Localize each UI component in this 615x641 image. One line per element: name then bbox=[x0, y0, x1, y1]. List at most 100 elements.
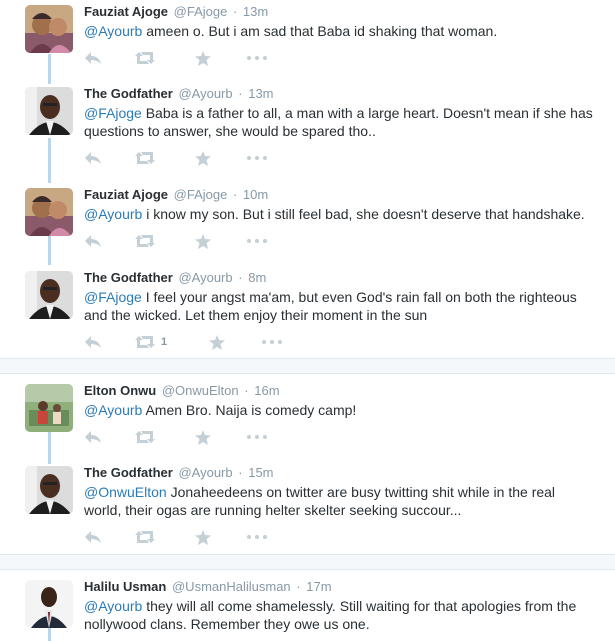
tweet[interactable]: The Godfather @Ayourb · 13m @FAjoge Baba… bbox=[0, 85, 615, 175]
retweet-button[interactable] bbox=[135, 232, 155, 250]
avatar[interactable] bbox=[25, 188, 73, 236]
display-name[interactable]: Halilu Usman bbox=[84, 579, 166, 594]
mention-link[interactable]: @Ayourb bbox=[84, 598, 142, 614]
star-icon bbox=[195, 233, 211, 249]
username[interactable]: @Ayourb bbox=[178, 86, 232, 101]
mention-link[interactable]: @FAjoge bbox=[84, 105, 142, 121]
reply-button[interactable] bbox=[84, 528, 102, 546]
reply-button[interactable] bbox=[84, 49, 102, 67]
timestamp[interactable]: 10m bbox=[243, 187, 268, 202]
tweet[interactable]: Fauziat Ajoge @FAjoge · 13m @Ayourb amee… bbox=[0, 3, 615, 75]
retweet-icon bbox=[135, 531, 155, 543]
more-button[interactable] bbox=[247, 49, 267, 67]
retweet-button[interactable] bbox=[135, 49, 155, 67]
reply-button[interactable] bbox=[84, 232, 102, 250]
mention-link[interactable]: @FAjoge bbox=[84, 289, 142, 305]
display-name[interactable]: The Godfather bbox=[84, 86, 173, 101]
username[interactable]: @Ayourb bbox=[178, 270, 232, 285]
username[interactable]: @OnwuElton bbox=[162, 383, 239, 398]
timestamp[interactable]: 17m bbox=[306, 579, 331, 594]
avatar[interactable] bbox=[25, 580, 73, 628]
tweet-text: @Ayourb ameen o. But i am sad that Baba … bbox=[84, 22, 594, 40]
mention-link[interactable]: @Ayourb bbox=[84, 23, 142, 39]
display-name[interactable]: Elton Onwu bbox=[84, 383, 156, 398]
tweet-body: Amen Bro. Naija is comedy camp! bbox=[142, 402, 357, 418]
retweet-button[interactable] bbox=[135, 428, 155, 446]
mention-link[interactable]: @OnwuElton bbox=[84, 484, 167, 500]
tweet-actions bbox=[84, 49, 314, 67]
tweet[interactable]: Halilu Usman @UsmanHalilusman · 17m @Ayo… bbox=[0, 578, 615, 641]
star-icon bbox=[195, 529, 211, 545]
tweet-text: @Ayourb Amen Bro. Naija is comedy camp! bbox=[84, 401, 594, 419]
display-name[interactable]: Fauziat Ajoge bbox=[84, 4, 168, 19]
tweet[interactable]: Fauziat Ajoge @FAjoge · 10m @Ayourb i kn… bbox=[0, 186, 615, 258]
display-name[interactable]: Fauziat Ajoge bbox=[84, 187, 168, 202]
more-icon bbox=[247, 156, 267, 160]
reply-button[interactable] bbox=[84, 428, 102, 446]
tweet-text: @FAjoge I feel your angst ma'am, but eve… bbox=[84, 288, 594, 324]
tweet[interactable]: Elton Onwu @OnwuElton · 16m @Ayourb Amen… bbox=[0, 382, 615, 456]
retweet-button[interactable] bbox=[135, 528, 155, 546]
tweet-body: Baba is a father to all, a man with a la… bbox=[84, 105, 593, 139]
username[interactable]: @Ayourb bbox=[178, 465, 232, 480]
tweet-body: they will all come shamelessly. Still wa… bbox=[84, 598, 577, 632]
favorite-button[interactable] bbox=[195, 149, 211, 167]
retweet-count: 1 bbox=[161, 336, 168, 348]
reply-button[interactable] bbox=[84, 149, 102, 167]
tweet-actions bbox=[84, 149, 314, 167]
tweet-actions bbox=[84, 232, 314, 250]
retweet-button[interactable]: 1 bbox=[135, 333, 167, 351]
username[interactable]: @UsmanHalilusman bbox=[172, 579, 291, 594]
username[interactable]: @FAjoge bbox=[174, 187, 228, 202]
reply-button[interactable] bbox=[84, 333, 102, 351]
avatar[interactable] bbox=[25, 271, 73, 319]
tweet[interactable]: The Godfather @Ayourb · 8m @FAjoge I fee… bbox=[0, 269, 615, 357]
display-name[interactable]: The Godfather bbox=[84, 465, 173, 480]
conversation-separator bbox=[0, 554, 615, 570]
tweet-actions: 1 bbox=[84, 333, 314, 351]
more-button[interactable] bbox=[262, 333, 282, 351]
more-icon bbox=[247, 239, 267, 243]
favorite-button[interactable] bbox=[195, 428, 211, 446]
reply-icon bbox=[85, 152, 101, 164]
favorite-button[interactable] bbox=[195, 49, 211, 67]
reply-icon bbox=[85, 235, 101, 247]
timestamp[interactable]: 8m bbox=[248, 270, 266, 285]
reply-icon bbox=[85, 531, 101, 543]
more-button[interactable] bbox=[247, 428, 267, 446]
favorite-button[interactable] bbox=[209, 333, 225, 351]
timestamp[interactable]: 13m bbox=[248, 86, 273, 101]
separator-dot: · bbox=[238, 86, 243, 101]
more-icon bbox=[247, 56, 267, 60]
display-name[interactable]: The Godfather bbox=[84, 270, 173, 285]
separator-dot: · bbox=[244, 383, 249, 398]
username[interactable]: @FAjoge bbox=[174, 4, 228, 19]
timestamp[interactable]: 13m bbox=[243, 4, 268, 19]
tweet-actions bbox=[84, 528, 314, 546]
more-icon bbox=[247, 535, 267, 539]
retweet-icon bbox=[135, 431, 155, 443]
tweet-text: @Ayourb they will all come shamelessly. … bbox=[84, 597, 594, 633]
more-icon bbox=[247, 435, 267, 439]
mention-link[interactable]: @Ayourb bbox=[84, 206, 142, 222]
avatar[interactable] bbox=[25, 384, 73, 432]
separator-dot: · bbox=[238, 465, 243, 480]
more-button[interactable] bbox=[247, 149, 267, 167]
reply-icon bbox=[85, 336, 101, 348]
favorite-button[interactable] bbox=[195, 232, 211, 250]
retweet-button[interactable] bbox=[135, 149, 155, 167]
reply-icon bbox=[85, 52, 101, 64]
avatar[interactable] bbox=[25, 5, 73, 53]
more-button[interactable] bbox=[247, 528, 267, 546]
avatar[interactable] bbox=[25, 87, 73, 135]
star-icon bbox=[195, 50, 211, 66]
mention-link[interactable]: @Ayourb bbox=[84, 402, 142, 418]
avatar[interactable] bbox=[25, 466, 73, 514]
tweet-text: @Ayourb i know my son. But i still feel … bbox=[84, 205, 594, 223]
conversation-separator bbox=[0, 358, 615, 374]
timestamp[interactable]: 16m bbox=[254, 383, 279, 398]
tweet[interactable]: The Godfather @Ayourb · 15m @OnwuElton J… bbox=[0, 464, 615, 552]
more-button[interactable] bbox=[247, 232, 267, 250]
favorite-button[interactable] bbox=[195, 528, 211, 546]
timestamp[interactable]: 15m bbox=[248, 465, 273, 480]
